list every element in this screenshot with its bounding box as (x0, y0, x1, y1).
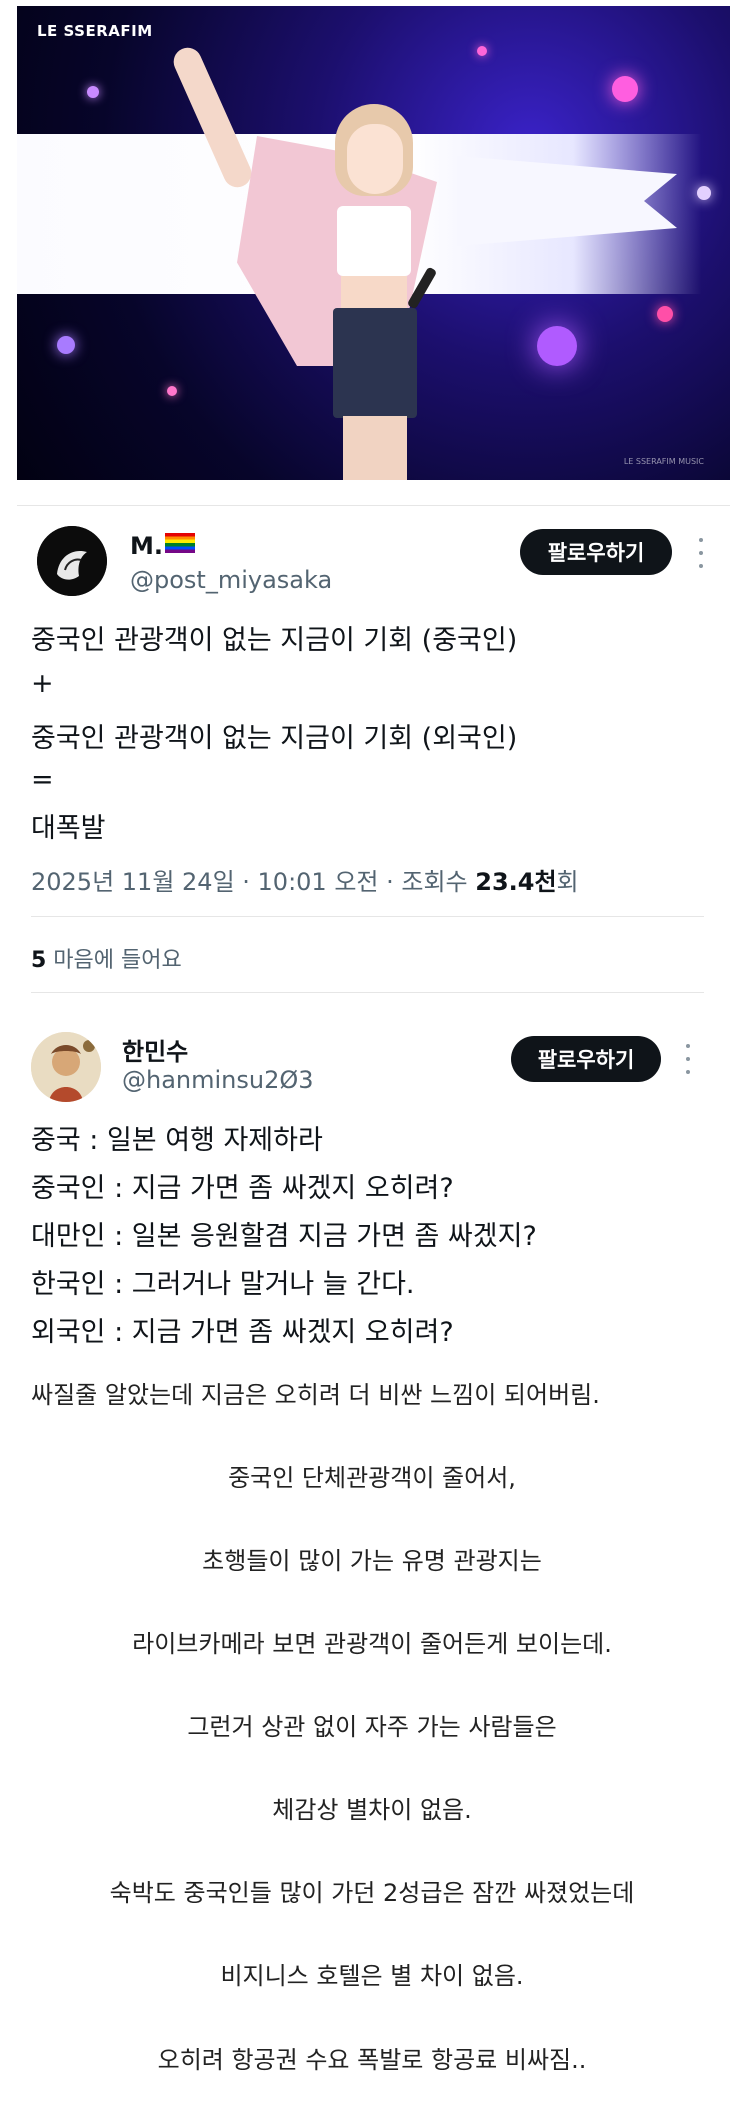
post-text-line: 오히려 항공권 수요 폭발로 항공료 비싸짐.. (157, 2046, 587, 2074)
tweet-text-line: 대만인 : 일본 응원할겸 지금 가면 좀 싸겠지? (31, 1221, 537, 1252)
tweet-timestamp[interactable]: 2025년 11월 24일 · 10:01 오전 · 조회수 (31, 868, 475, 896)
post-text-line: 비지니스 호텔은 별 차이 없음. (220, 1962, 524, 1990)
bokeh-light (167, 386, 177, 396)
tweet-text-line: 중국인 : 지금 가면 좀 싸겠지 오히려? (31, 1173, 454, 1204)
bokeh-light (612, 76, 638, 102)
avatar-image (31, 1032, 101, 1102)
likes-count[interactable]: 5 마음에 들어요 (31, 942, 182, 974)
avatar[interactable] (37, 526, 107, 596)
likes-label: 마음에 들어요 (46, 948, 182, 973)
tweet-text-line: 중국인 관광객이 없는 지금이 기회 (중국인) (31, 625, 518, 656)
likes-number: 5 (31, 948, 47, 973)
bokeh-light (477, 46, 487, 56)
photo-watermark: LE SSERAFIM MUSIC (623, 457, 704, 466)
tweet-text-line: 외국인 : 지금 가면 좀 싸겠지 오히려? (31, 1317, 454, 1348)
rainbow-flag-icon (165, 533, 195, 553)
bokeh-light (57, 336, 75, 354)
user-handle[interactable]: @hanminsu2Ø3 (122, 1066, 314, 1094)
more-options-icon[interactable] (684, 1044, 692, 1074)
bokeh-light (657, 306, 673, 322)
divider (17, 505, 730, 506)
tweet-text-line: + (31, 668, 54, 699)
view-count-suffix: 회 (556, 868, 579, 896)
bokeh-light (697, 186, 711, 200)
divider (31, 916, 704, 917)
tweet-text-line: 대폭발 (31, 813, 106, 844)
tweet-text-line: 한국인 : 그러거나 말거나 늘 간다. (31, 1269, 415, 1300)
post-text-line: 그런거 상관 없이 자주 가는 사람들은 (187, 1713, 557, 1741)
bokeh-light (87, 86, 99, 98)
avatar[interactable] (31, 1032, 101, 1102)
photo-logo: LE SSERAFIM (37, 22, 153, 40)
tweet-text-line: 중국 : 일본 여행 자제하라 (31, 1125, 323, 1156)
avatar-image (37, 526, 107, 596)
bokeh-light (537, 326, 577, 366)
post-text-line: 라이브카메라 보면 관광객이 줄어든게 보이는데. (132, 1630, 612, 1658)
follow-button[interactable]: 팔로우하기 (520, 529, 672, 575)
display-name-text: M. (130, 532, 163, 560)
performer-figure (169, 36, 477, 480)
post-text-line: 싸질줄 알았는데 지금은 오히려 더 비싼 느낌이 되어버림. (31, 1381, 600, 1409)
post-text-line: 초행들이 많이 가는 유명 관광지는 (202, 1547, 542, 1575)
display-name[interactable]: 한민수 (122, 1032, 188, 1067)
display-name[interactable]: M. (130, 532, 195, 560)
more-options-icon[interactable] (697, 538, 705, 568)
follow-button[interactable]: 팔로우하기 (511, 1036, 661, 1082)
tweet-text-line: 중국인 관광객이 없는 지금이 기회 (외국인) (31, 723, 518, 754)
post-text-line: 중국인 단체관광객이 줄어서, (228, 1464, 516, 1492)
tweet-text-line: = (31, 764, 54, 795)
post-text-line: 숙박도 중국인들 많이 가던 2성급은 잠깐 싸졌었는데 (109, 1879, 635, 1907)
tweet-meta: 2025년 11월 24일 · 10:01 오전 · 조회수 23.4천회 (31, 862, 579, 897)
divider (31, 992, 704, 993)
user-handle[interactable]: @post_miyasaka (130, 566, 332, 594)
view-count: 23.4천 (475, 868, 557, 896)
post-text-line: 체감상 별차이 없음. (272, 1796, 472, 1824)
concert-photo: LE SSERAFIM LE SSERAFIM MUSIC (17, 6, 730, 480)
